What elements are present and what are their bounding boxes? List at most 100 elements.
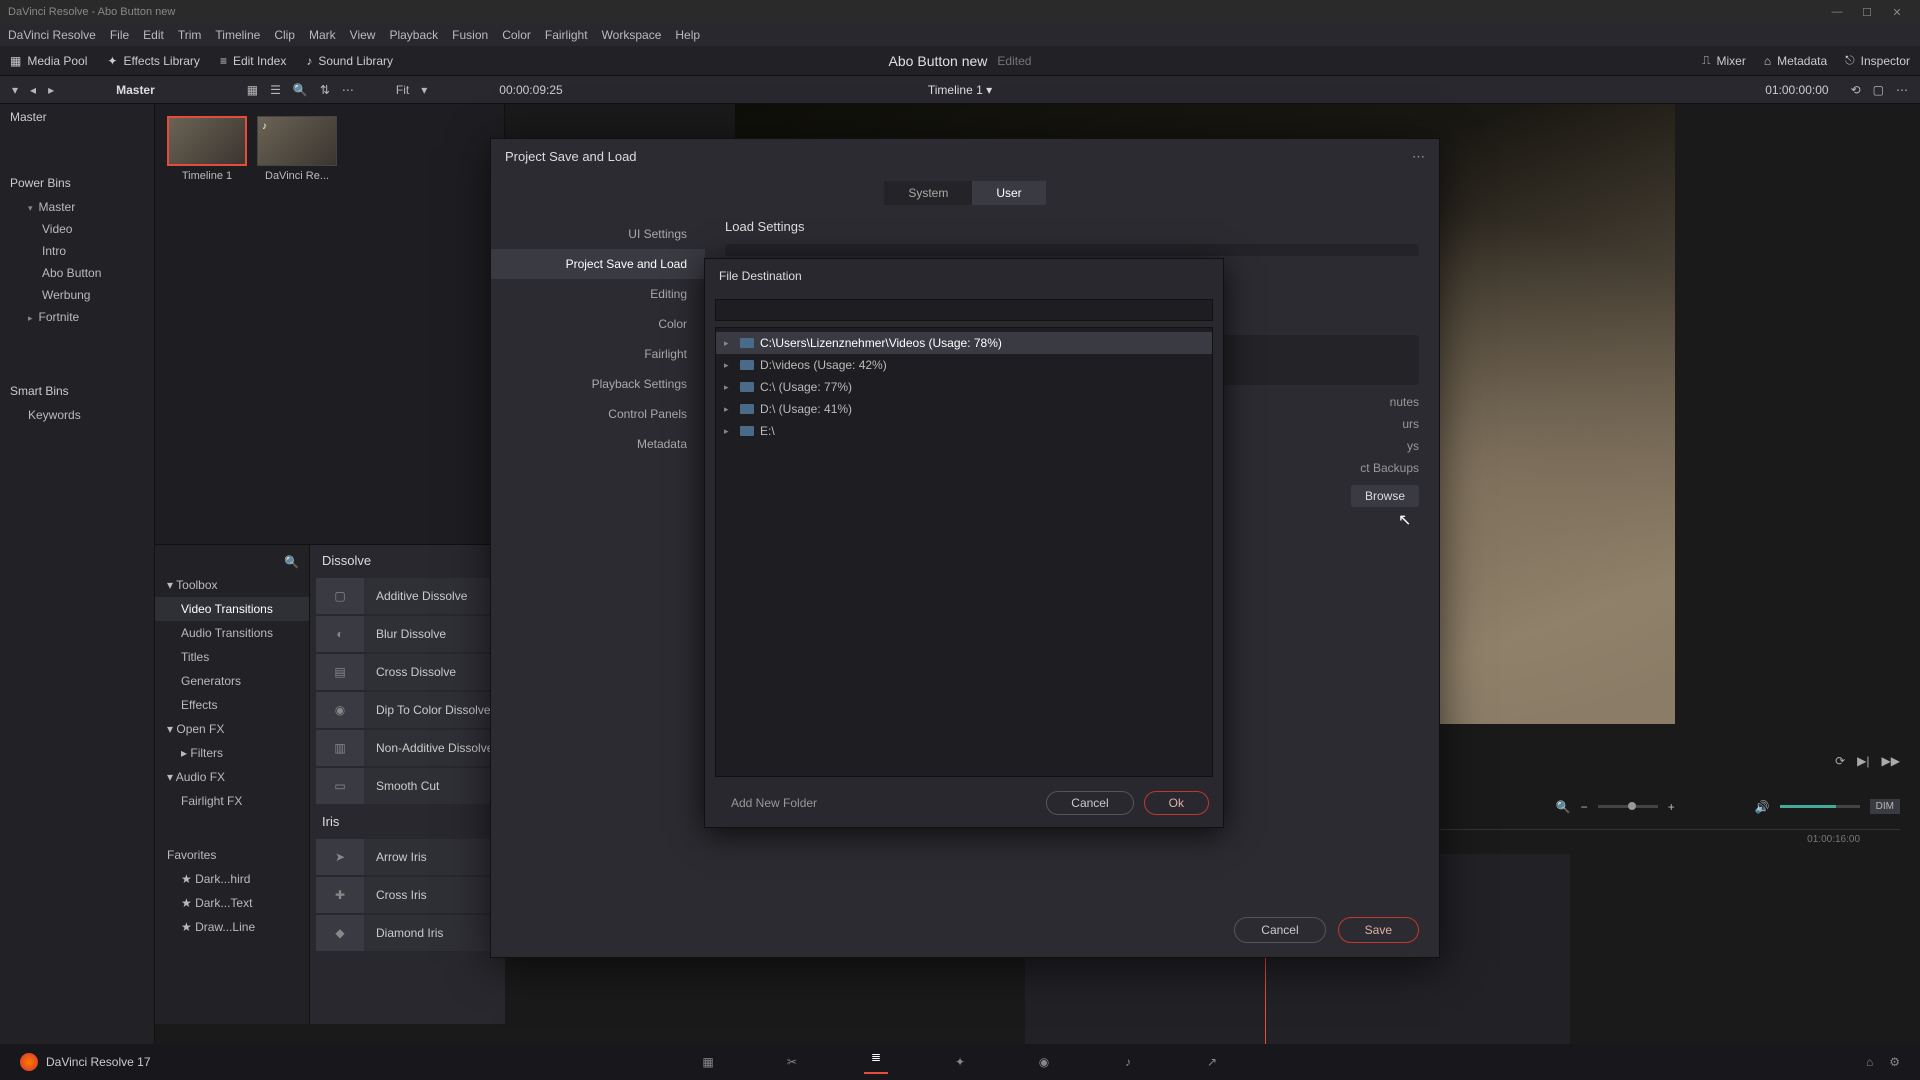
tab-user[interactable]: User (972, 181, 1045, 205)
bin-intro[interactable]: Intro (0, 240, 154, 262)
fx-fairlightfx[interactable]: Fairlight FX (155, 789, 309, 813)
fx-item[interactable]: ▭Smooth Cut (316, 768, 499, 804)
fx-generators[interactable]: Generators (155, 669, 309, 693)
bin-fortnite[interactable]: Fortnite (0, 306, 154, 328)
dim-button[interactable]: DIM (1870, 799, 1900, 814)
fx-item[interactable]: ◐Blur Dissolve (316, 616, 499, 652)
fav-item[interactable]: ★ Dark...Text (155, 891, 309, 915)
page-color[interactable]: ◉ (1032, 1050, 1056, 1074)
page-fusion[interactable]: ✦ (948, 1050, 972, 1074)
sort-icon[interactable]: ⇅ (320, 83, 330, 97)
play-next-icon[interactable]: ▶| (1857, 754, 1869, 768)
fx-item[interactable]: ▤Cross Dissolve (316, 654, 499, 690)
menu-color[interactable]: Color (502, 28, 531, 42)
mixer-toggle[interactable]: ⎍Mixer (1702, 53, 1746, 68)
pool-dropdown[interactable]: ▾ (12, 83, 18, 97)
nav-playback[interactable]: Playback Settings (491, 369, 705, 399)
timeline-name[interactable]: Timeline 1 ▾ (928, 83, 992, 97)
page-edit[interactable]: ≣ (864, 1050, 888, 1074)
fx-filters[interactable]: ▸ Filters (155, 741, 309, 765)
maximize-button[interactable]: ☐ (1852, 6, 1882, 19)
fx-video-transitions[interactable]: Video Transitions (155, 597, 309, 621)
drive-row[interactable]: ▸E:\ (716, 420, 1212, 442)
openfx-header[interactable]: ▾ Open FX (155, 717, 309, 741)
menu-view[interactable]: View (350, 28, 376, 42)
clip-thumb[interactable]: ♪ DaVinci Re... (257, 116, 337, 182)
menu-timeline[interactable]: Timeline (215, 28, 260, 42)
bin-video[interactable]: Video (0, 218, 154, 240)
menu-edit[interactable]: Edit (143, 28, 164, 42)
settings-icon[interactable]: ⚙ (1889, 1055, 1900, 1069)
fx-item[interactable]: ➤Arrow Iris (316, 839, 499, 875)
menu-help[interactable]: Help (675, 28, 700, 42)
add-new-folder-button[interactable]: Add New Folder (719, 792, 829, 814)
thumb-view-icon[interactable]: ▦ (247, 83, 258, 97)
menu-trim[interactable]: Trim (178, 28, 202, 42)
fav-item[interactable]: ★ Draw...Line (155, 915, 309, 939)
page-fairlight[interactable]: ♪ (1116, 1050, 1140, 1074)
list-view-icon[interactable]: ☰ (270, 83, 281, 97)
nav-project-save-load[interactable]: Project Save and Load (491, 249, 705, 279)
path-input[interactable] (715, 299, 1213, 321)
nav-fairlight[interactable]: Fairlight (491, 339, 705, 369)
inspector-toggle[interactable]: ⎋Inspector (1845, 53, 1910, 68)
options-icon[interactable]: ⋯ (1896, 83, 1908, 97)
nav-editing[interactable]: Editing (491, 279, 705, 309)
nav-control-panels[interactable]: Control Panels (491, 399, 705, 429)
home-icon[interactable]: ⌂ (1866, 1055, 1873, 1069)
toolbox-header[interactable]: ▾ Toolbox (155, 573, 309, 597)
volume-slider[interactable] (1780, 805, 1860, 808)
settings-save-button[interactable]: Save (1338, 917, 1419, 943)
file-dest-ok-button[interactable]: Ok (1144, 791, 1209, 815)
page-media[interactable]: ▦ (696, 1050, 720, 1074)
zoom-icon[interactable]: 🔍 (1556, 800, 1571, 814)
drive-row[interactable]: ▸D:\ (Usage: 41%) (716, 398, 1212, 420)
loop-icon[interactable]: ⟳ (1835, 754, 1845, 768)
drive-row[interactable]: ▸D:\videos (Usage: 42%) (716, 354, 1212, 376)
fav-item[interactable]: ★ Dark...hird (155, 867, 309, 891)
fx-item[interactable]: ◆Diamond Iris (316, 915, 499, 951)
master-folder[interactable]: Master (0, 196, 154, 218)
audiofx-header[interactable]: ▾ Audio FX (155, 765, 309, 789)
zoom-in[interactable]: + (1668, 800, 1675, 814)
bin-abo-button[interactable]: Abo Button (0, 262, 154, 284)
drive-row[interactable]: ▸C:\Users\Lizenznehmer\Videos (Usage: 78… (716, 332, 1212, 354)
tab-system[interactable]: System (884, 181, 972, 205)
master-bin[interactable]: Master (0, 104, 154, 130)
media-pool-toggle[interactable]: ▦ Media Pool (10, 54, 87, 68)
dialog-more-icon[interactable]: ⋯ (1412, 149, 1425, 165)
menu-workspace[interactable]: Workspace (602, 28, 662, 42)
fx-audio-transitions[interactable]: Audio Transitions (155, 621, 309, 645)
fx-titles[interactable]: Titles (155, 645, 309, 669)
sync-icon[interactable]: ⟲ (1851, 83, 1861, 97)
nav-ui-settings[interactable]: UI Settings (491, 219, 705, 249)
menu-fairlight[interactable]: Fairlight (545, 28, 588, 42)
layout-icon[interactable]: ▢ (1873, 83, 1884, 97)
page-deliver[interactable]: ↗ (1200, 1050, 1224, 1074)
menu-mark[interactable]: Mark (309, 28, 336, 42)
menu-clip[interactable]: Clip (274, 28, 295, 42)
menu-file[interactable]: File (110, 28, 129, 42)
menu-davinci[interactable]: DaVinci Resolve (8, 28, 96, 42)
fx-item[interactable]: ▢Additive Dissolve (316, 578, 499, 614)
fit-dropdown[interactable]: Fit (396, 83, 409, 97)
zoom-out[interactable]: − (1581, 800, 1588, 814)
search-icon[interactable]: 🔍 (293, 83, 308, 97)
bin-werbung[interactable]: Werbung (0, 284, 154, 306)
search-icon[interactable]: 🔍 (284, 555, 299, 569)
menu-playback[interactable]: Playback (389, 28, 438, 42)
fx-item[interactable]: ✚Cross Iris (316, 877, 499, 913)
nav-prev[interactable]: ◂ (30, 83, 36, 97)
nav-color[interactable]: Color (491, 309, 705, 339)
clip-thumb[interactable]: Timeline 1 (167, 116, 247, 182)
minimize-button[interactable]: — (1822, 6, 1852, 18)
more-icon[interactable]: ⋯ (342, 83, 354, 97)
effects-library-toggle[interactable]: ✦ Effects Library (107, 54, 200, 68)
sound-library-toggle[interactable]: ♪ Sound Library (306, 54, 393, 68)
page-cut[interactable]: ✂ (780, 1050, 804, 1074)
nav-next[interactable]: ▸ (48, 83, 54, 97)
file-dest-cancel-button[interactable]: Cancel (1046, 791, 1133, 815)
speaker-icon[interactable]: 🔊 (1755, 800, 1770, 814)
fx-item[interactable]: ▥Non-Additive Dissolve (316, 730, 499, 766)
nav-metadata[interactable]: Metadata (491, 429, 705, 459)
